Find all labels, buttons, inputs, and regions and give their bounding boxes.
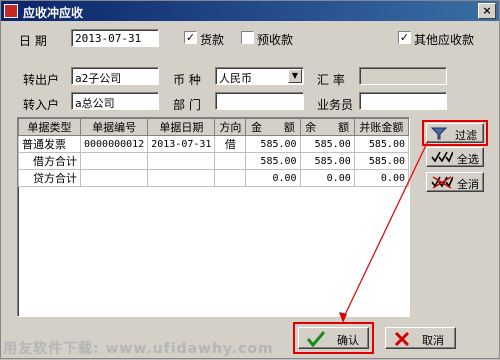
annotation-arrow [339, 140, 429, 323]
cancel-x-icon [394, 331, 410, 350]
confirm-label: 确认 [337, 334, 359, 347]
dialog-window: 应收冲应收 × 日 期 2013-07-31 ✓ 货款 预收款 ✓ 其他应收款 … [0, 0, 500, 359]
confirm-button[interactable]: 确认 [298, 327, 369, 349]
cancel-label: 取消 [422, 334, 444, 347]
checkmark-icon [306, 331, 326, 350]
cancel-button[interactable]: 取消 [385, 327, 456, 349]
watermark-text: 用友软件下载: www.ufidawhy.com [3, 341, 274, 357]
